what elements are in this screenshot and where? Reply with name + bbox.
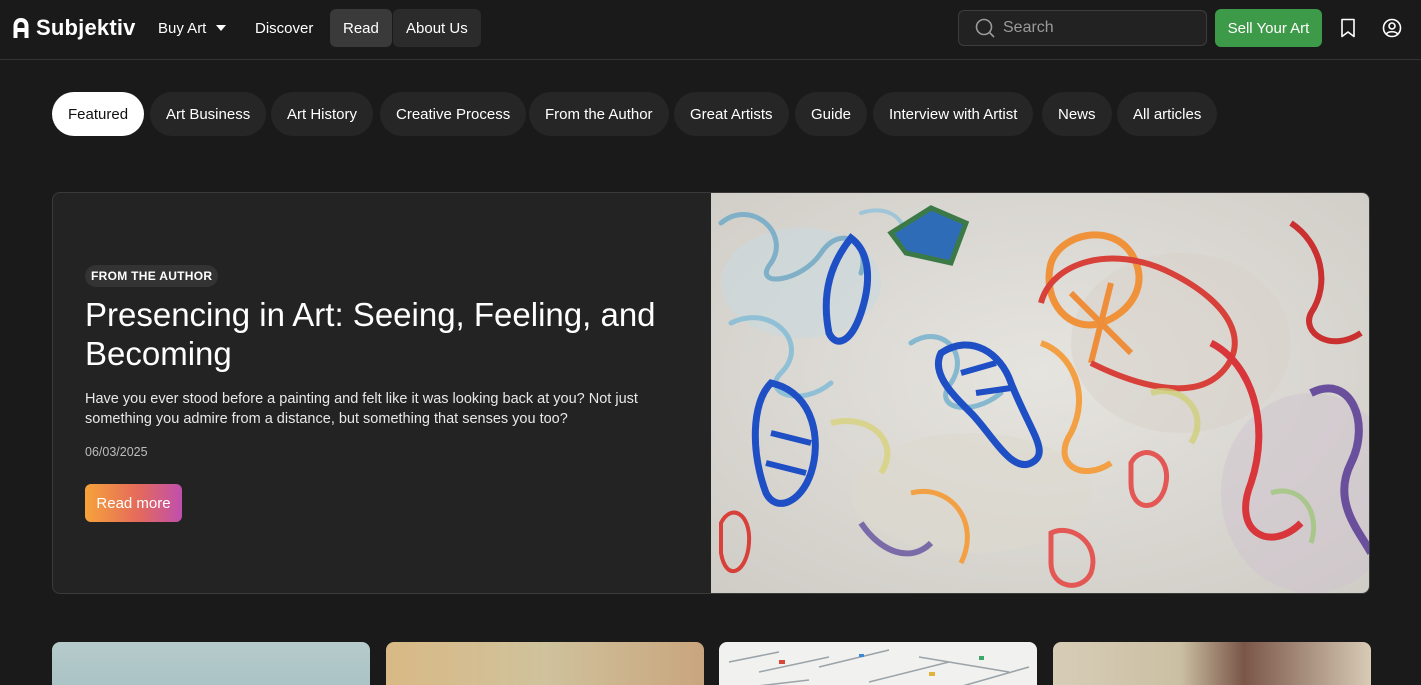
category-pill-label: Art Business <box>166 105 251 123</box>
sell-your-art-label: Sell Your Art <box>1227 19 1310 37</box>
category-pill-label: Featured <box>68 105 129 123</box>
logo-icon <box>13 18 29 38</box>
category-pill-art-history[interactable]: Art History <box>271 92 374 136</box>
brand-name: Subjektiv <box>36 15 136 40</box>
featured-article-text: FROM THE AUTHOR Presencing in Art: Seein… <box>53 193 711 593</box>
brand-logo[interactable]: Subjektiv <box>12 14 136 42</box>
category-pill-all-articles[interactable]: All articles <box>1117 92 1218 136</box>
nav-buy-art[interactable]: Buy Art <box>145 9 239 47</box>
category-pill-label: From the Author <box>545 105 653 123</box>
sell-your-art-button[interactable]: Sell Your Art <box>1215 9 1322 47</box>
bookmark-button[interactable] <box>1337 17 1359 39</box>
category-pill-label: Art History <box>287 105 358 123</box>
category-pill-label: Creative Process <box>396 105 511 123</box>
category-pill-from-the-author[interactable]: From the Author <box>529 92 669 136</box>
featured-article-card[interactable]: FROM THE AUTHOR Presencing in Art: Seein… <box>52 192 1370 594</box>
nav-discover[interactable]: Discover <box>242 9 326 47</box>
category-pill-news[interactable]: News <box>1042 92 1112 136</box>
read-more-label: Read more <box>96 494 171 512</box>
featured-article-image[interactable] <box>711 193 1370 594</box>
article-thumbnail[interactable] <box>386 642 704 685</box>
nav-read-label: Read <box>343 19 379 37</box>
nav-buy-art-label: Buy Art <box>158 19 207 37</box>
category-pill-label: Great Artists <box>690 105 773 123</box>
featured-article-excerpt: Have you ever stood before a painting an… <box>85 391 638 427</box>
category-pill-guide[interactable]: Guide <box>795 92 868 136</box>
category-pill-creative-process[interactable]: Creative Process <box>380 92 527 136</box>
search-box[interactable] <box>958 10 1207 46</box>
category-pill-interview-with-artist[interactable]: Interview with Artist <box>873 92 1034 136</box>
article-thumbnail[interactable] <box>52 642 370 685</box>
nav-about-us-label: About Us <box>406 19 468 37</box>
search-icon <box>975 18 995 38</box>
category-pill-label: Guide <box>811 105 852 123</box>
category-pill-great-artists[interactable]: Great Artists <box>674 92 789 136</box>
featured-article-date: 06/03/2025 <box>85 445 148 459</box>
article-thumbnail-image <box>728 649 1030 685</box>
read-more-button[interactable]: Read more <box>85 484 182 522</box>
article-thumbnail[interactable] <box>719 642 1037 685</box>
top-navigation-bar: Subjektiv Buy Art Discover Read About Us… <box>0 0 1421 60</box>
nav-read[interactable]: Read <box>330 9 392 47</box>
category-pill-featured[interactable]: Featured <box>52 92 145 136</box>
account-icon <box>1382 18 1402 38</box>
article-category-badge: FROM THE AUTHOR <box>85 265 219 287</box>
bookmark-icon <box>1341 18 1355 38</box>
category-pill-label: Interview with Artist <box>889 105 1018 123</box>
chevron-down-icon <box>216 25 227 31</box>
featured-article-title[interactable]: Presencing in Art: Seeing, Feeling, and … <box>85 295 665 373</box>
category-pill-art-business[interactable]: Art Business <box>150 92 267 136</box>
nav-about-us[interactable]: About Us <box>393 9 481 47</box>
account-button[interactable] <box>1381 17 1403 39</box>
article-thumbnail[interactable] <box>1053 642 1371 685</box>
nav-discover-label: Discover <box>255 19 314 37</box>
category-pill-label: All articles <box>1133 105 1202 123</box>
search-input[interactable] <box>1003 19 1193 37</box>
category-pill-label: News <box>1058 105 1096 123</box>
